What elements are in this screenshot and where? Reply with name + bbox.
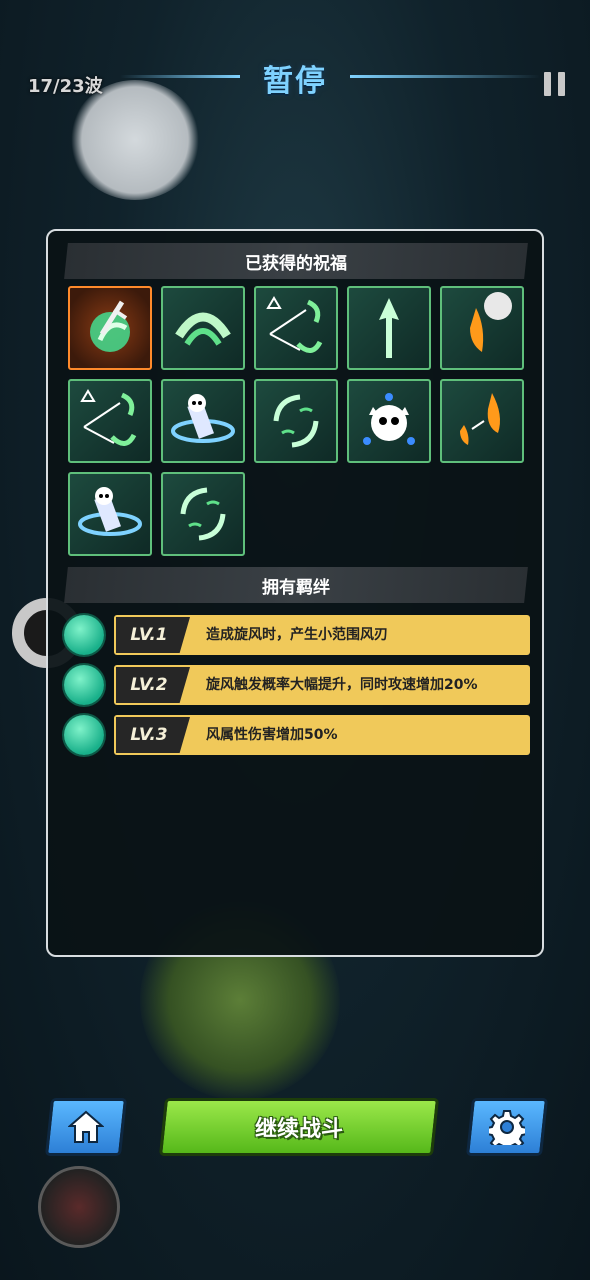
settings-button[interactable] <box>465 1098 549 1156</box>
bond-row-lv3: LV.3 风属性伤害增加50% <box>64 715 530 755</box>
continue-battle-label: 继续战斗 <box>254 1117 343 1142</box>
blessing-panel: 已获得的祝福 拥有羁绊 LV.1 造成旋风时，产生小范围风刃 LV.2 旋风触发… <box>46 229 544 957</box>
bonds-header: 拥有羁绊 <box>64 567 528 603</box>
wind-cycle-icon-2[interactable] <box>161 472 245 556</box>
title-line-right <box>350 75 540 78</box>
bond-description: 风属性伤害增加50% <box>206 727 338 743</box>
spirit-vortex-icon-2[interactable] <box>68 472 152 556</box>
bond-level: LV.3 <box>130 725 168 745</box>
bond-description: 旋风触发概率大幅提升，同时攻速增加20% <box>206 677 478 693</box>
bond-row-lv2: LV.2 旋风触发概率大幅提升，同时攻速增加20% <box>64 665 530 705</box>
wind-bond-icon <box>64 665 104 705</box>
bond-level-badge: LV.1 <box>116 617 190 653</box>
bonds-header-label: 拥有羁绊 <box>262 577 330 598</box>
wind-arrow-up-icon[interactable] <box>347 286 431 370</box>
split-wind-arrow-icon-2[interactable] <box>68 379 152 463</box>
bond-description: 造成旋风时，产生小范围风刃 <box>206 627 388 643</box>
wind-bond-icon <box>64 615 104 655</box>
frost-spirit-icon[interactable] <box>347 379 431 463</box>
home-icon <box>68 1110 104 1143</box>
split-wind-arrow-icon[interactable] <box>254 286 338 370</box>
fire-drop-boost-icon[interactable] <box>440 379 524 463</box>
bond-level-badge: LV.3 <box>116 717 190 753</box>
fire-drop-orb-icon[interactable] <box>440 286 524 370</box>
wind-slash-icon[interactable] <box>161 286 245 370</box>
bond-level: LV.2 <box>130 675 168 695</box>
bond-row-lv1: LV.1 造成旋风时，产生小范围风刃 <box>64 615 530 655</box>
home-button[interactable] <box>44 1098 128 1156</box>
wind-sword-blessing-icon[interactable] <box>68 286 152 370</box>
bond-level: LV.1 <box>130 625 168 645</box>
gear-icon <box>489 1110 525 1145</box>
bond-level-badge: LV.2 <box>116 667 190 703</box>
spirit-vortex-icon[interactable] <box>161 379 245 463</box>
pause-title: 暂停 <box>263 64 327 99</box>
wind-cycle-icon[interactable] <box>254 379 338 463</box>
continue-battle-button[interactable]: 继续战斗 <box>158 1098 440 1156</box>
wind-bond-icon <box>64 715 104 755</box>
pause-bar-right <box>558 72 565 96</box>
blessings-header-label: 已获得的祝福 <box>245 253 347 274</box>
skill-orb <box>38 1166 120 1248</box>
blessings-header: 已获得的祝福 <box>64 243 528 279</box>
top-bar: 17/23波 暂停 <box>0 50 590 100</box>
pause-bar-left <box>544 72 551 96</box>
pause-button[interactable] <box>544 72 566 96</box>
